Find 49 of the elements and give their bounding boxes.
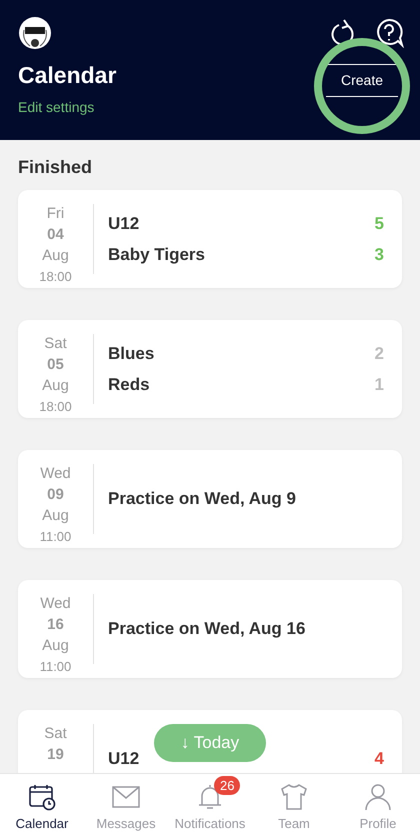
weekday-label: Sat	[44, 724, 67, 744]
month-label: Aug	[42, 636, 69, 656]
team-name: Reds	[108, 374, 150, 396]
page-title: Calendar	[18, 64, 116, 87]
team-name: Blues	[108, 342, 154, 364]
envelope-icon	[112, 786, 140, 808]
weekday-label: Wed	[40, 594, 71, 614]
edit-settings-link[interactable]: Edit settings	[18, 97, 94, 118]
section-heading: Finished	[18, 156, 92, 179]
date-number: 05	[47, 355, 64, 375]
score: 3	[374, 244, 384, 266]
weekday-label: Fri	[46, 204, 64, 224]
event-card[interactable]: Fri 04 Aug 18:00 U12 5 Baby Tigers 3	[18, 190, 402, 288]
date-number: 09	[47, 485, 64, 505]
team-name: Baby Tigers	[108, 244, 206, 266]
help-icon[interactable]	[374, 18, 404, 48]
time-label: 18:00	[39, 268, 72, 286]
date-number: 04	[47, 225, 64, 245]
score: 2	[374, 342, 384, 364]
score: 5	[374, 212, 384, 234]
event-title: Practice on Wed, Aug 16	[108, 618, 306, 640]
tab[interactable]: Calendar	[0, 774, 84, 840]
team-name: U12	[108, 748, 140, 770]
team-name: U12	[108, 212, 140, 234]
person-icon	[364, 783, 392, 811]
score: 4	[374, 748, 384, 770]
create-button[interactable]: Create	[326, 64, 398, 97]
date-number: 19	[47, 745, 64, 765]
calendar-icon	[28, 783, 56, 811]
tab[interactable]: Notifications 26	[168, 774, 252, 840]
club-logo-icon	[18, 16, 52, 50]
month-label: Aug	[42, 506, 69, 526]
refresh-icon[interactable]	[330, 18, 356, 46]
event-card[interactable]: Wed 16 Aug 11:00 Practice on Wed, Aug 16	[18, 580, 402, 678]
time-label: 18:00	[39, 398, 72, 416]
notification-badge: 26	[214, 776, 240, 795]
month-label: Aug	[42, 376, 69, 396]
shirt-icon	[280, 783, 308, 811]
weekday-label: Sat	[44, 334, 67, 354]
month-label: Aug	[42, 246, 69, 266]
time-label: 11:00	[40, 528, 72, 546]
score: 1	[374, 374, 384, 396]
time-label: 11:00	[40, 658, 72, 676]
weekday-label: Wed	[40, 464, 71, 484]
bell-icon	[198, 783, 222, 811]
event-card[interactable]: Sat 05 Aug 18:00 Blues 2 Reds 1	[18, 320, 402, 418]
event-title: Practice on Wed, Aug 9	[108, 488, 297, 510]
date-number: 16	[47, 615, 64, 635]
event-card[interactable]: Wed 09 Aug 11:00 Practice on Wed, Aug 9	[18, 450, 402, 548]
